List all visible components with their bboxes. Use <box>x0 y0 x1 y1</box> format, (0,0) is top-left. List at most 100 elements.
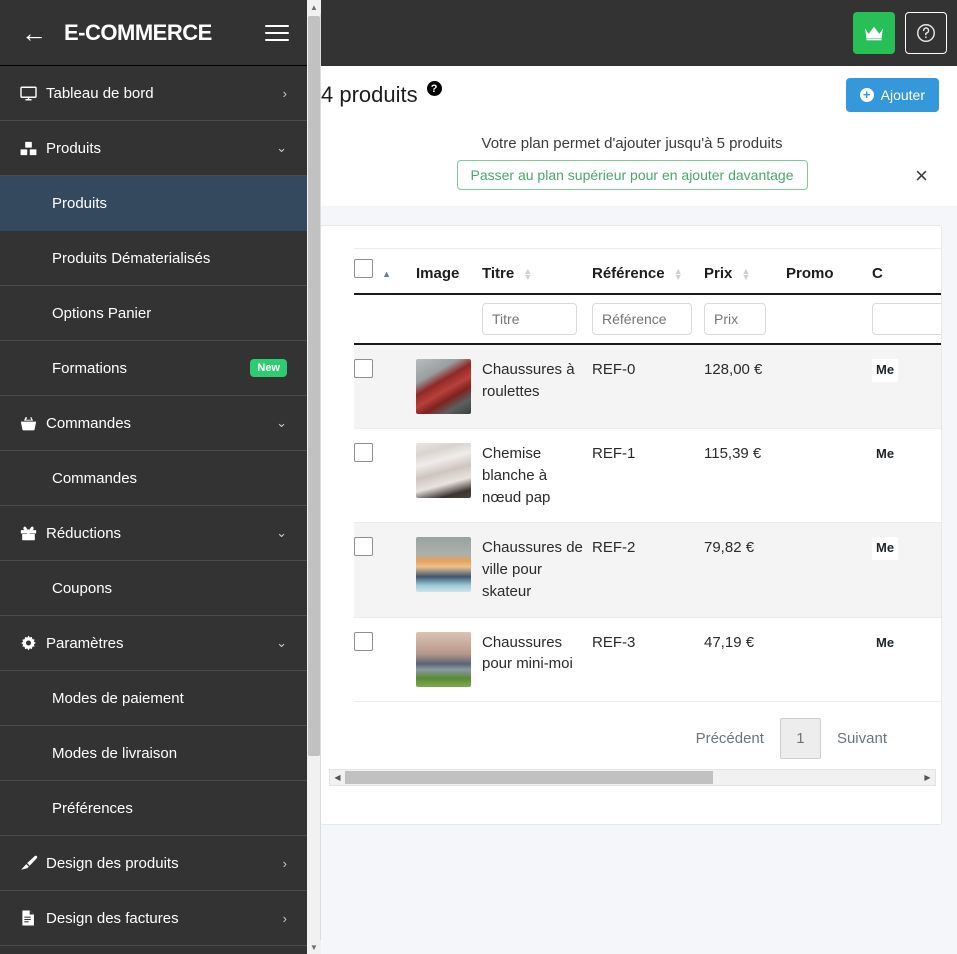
row-checkbox[interactable] <box>354 537 373 557</box>
hamburger-icon[interactable] <box>265 20 289 46</box>
product-thumbnail[interactable] <box>416 443 471 498</box>
sort-icon-select[interactable]: ▲ <box>382 269 391 278</box>
row-reference: REF-3 <box>592 633 636 651</box>
hscroll-thumb[interactable] <box>345 770 713 784</box>
scroll-left-icon[interactable]: ◀ <box>330 773 345 782</box>
chevron-down-icon[interactable]: ⌄ <box>276 525 287 541</box>
sidebar-item-options-panier[interactable]: Options Panier <box>0 286 307 341</box>
help-icon[interactable] <box>905 12 947 54</box>
sidebar-item-coupons[interactable]: Coupons <box>0 561 307 616</box>
sidebar-item-tableau-de-bord[interactable]: Tableau de bord › <box>0 66 307 121</box>
sidebar-menu: Tableau de bord › Produits ⌄ Produits Produit… <box>0 66 307 946</box>
row-promo <box>786 429 872 523</box>
c-filter-input[interactable] <box>872 303 941 335</box>
sidebar-item-label: Commandes <box>52 469 138 487</box>
filter-cell-reference <box>592 294 704 345</box>
gift-icon <box>20 526 46 541</box>
sidebar-item-label: Coupons <box>52 579 113 597</box>
back-arrow-icon[interactable]: ← <box>18 20 50 46</box>
chevron-right-icon[interactable]: › <box>283 86 287 101</box>
row-select-cell <box>354 429 416 523</box>
prix-filter-input[interactable] <box>704 303 766 335</box>
sidebar-item-commandes[interactable]: Commandes ⌄ <box>0 396 307 451</box>
sidebar-item-label: Modes de livraison <box>52 744 178 762</box>
sidebar-item-design-des-produits[interactable]: Design des produits › <box>0 836 307 891</box>
scroll-up-icon[interactable]: ▲ <box>307 0 321 14</box>
product-thumbnail[interactable] <box>416 631 471 687</box>
crown-icon[interactable] <box>853 12 895 54</box>
scroll-right-icon[interactable]: ▶ <box>920 773 935 782</box>
pagination-previous[interactable]: Précédent <box>680 730 780 747</box>
chevron-right-icon[interactable]: › <box>283 911 287 926</box>
pagination-next[interactable]: Suivant <box>821 730 903 747</box>
row-checkbox[interactable] <box>354 359 373 378</box>
reference-filter-input[interactable] <box>592 303 692 335</box>
col-reference: Référence ▲ ▼ <box>592 248 704 295</box>
sidebar: ← E-COMMERCE Tableau de bord › Produits ⌄ Pr… <box>0 0 307 954</box>
filter-cell-promo <box>786 294 872 345</box>
sidebar-item-modes-de-paiement[interactable]: Modes de paiement <box>0 671 307 726</box>
products-table: ▲ Image Titre ▲ ▼ Référence ▲ ▼ Prix ▲ ▼… <box>354 248 941 702</box>
chevron-right-icon[interactable]: › <box>283 856 287 871</box>
sidebar-item-r-ductions[interactable]: Réductions ⌄ <box>0 506 307 561</box>
titre-filter-input[interactable] <box>482 303 577 335</box>
page-title: 4 produits ? <box>321 81 442 108</box>
sort-icon-prix[interactable]: ▲ ▼ <box>742 266 751 282</box>
sidebar-item-pr-f-rences[interactable]: Préférences <box>0 781 307 836</box>
hscroll-track[interactable] <box>345 770 920 785</box>
filter-cell-titre <box>482 294 592 345</box>
row-c: Me <box>872 617 941 701</box>
table-row[interactable]: Chemise blanche à nœud pap REF-1 115,39 € M… <box>354 429 941 523</box>
sidebar-item-produits[interactable]: Produits <box>0 176 307 231</box>
row-checkbox[interactable] <box>354 443 373 462</box>
sort-icon-titre[interactable]: ▲ ▼ <box>523 266 532 282</box>
content-card-wrapper: ▲ Image Titre ▲ ▼ Référence ▲ ▼ Prix ▲ ▼… <box>307 206 957 825</box>
scroll-down-icon[interactable]: ▼ <box>307 940 321 954</box>
close-icon[interactable]: × <box>915 165 928 187</box>
pagination-page-1[interactable]: 1 <box>779 717 821 759</box>
plan-limit-alert: Votre plan permet d'ajouter jusqu'à 5 pr… <box>307 123 957 206</box>
sidebar-item-produits[interactable]: Produits ⌄ <box>0 121 307 176</box>
product-thumbnail[interactable] <box>416 359 471 414</box>
app-root: ← E-COMMERCE Tableau de bord › Produits ⌄ Pr… <box>0 0 957 954</box>
help-question-icon[interactable]: ? <box>426 81 442 96</box>
row-reference: REF-1 <box>592 445 636 462</box>
row-select-cell <box>354 344 416 429</box>
filter-cell-c <box>872 294 941 345</box>
plus-circle-icon: + <box>859 87 874 102</box>
table-horizontal-scrollbar[interactable]: ◀ ▶ <box>329 768 936 786</box>
table-row[interactable]: Chaussures de ville pour skateur REF-2 79,… <box>354 522 941 617</box>
sidebar-item-produits-d-materialis-s[interactable]: Produits Dématerialisés <box>0 231 307 286</box>
row-price: 115,39 € <box>704 445 762 462</box>
desktop-icon <box>20 86 46 101</box>
sidebar-scrollbar[interactable]: ▲ ▼ <box>307 0 321 954</box>
sort-icon-reference[interactable]: ▲ ▼ <box>674 266 683 282</box>
sidebar-item-modes-de-livraison[interactable]: Modes de livraison <box>0 726 307 781</box>
table-body: Chaussures à roulettes REF-0 128,00 € Me Che… <box>354 344 941 701</box>
col-titre: Titre ▲ ▼ <box>482 248 592 295</box>
sidebar-item-param-tres[interactable]: Paramètres ⌄ <box>0 616 307 671</box>
chevron-down-icon[interactable]: ⌄ <box>276 140 287 156</box>
table-row[interactable]: Chaussures pour mini-moi REF-3 47,19 € Me <box>354 617 941 701</box>
sidebar-item-label: Préférences <box>52 799 133 817</box>
product-thumbnail[interactable] <box>416 537 471 593</box>
boxes-icon <box>20 141 46 156</box>
sidebar-item-label: Design des produits <box>46 854 179 872</box>
alert-message: Votre plan permet d'ajouter jusqu'à 5 pr… <box>481 135 783 152</box>
gear-icon <box>20 635 46 651</box>
table-row[interactable]: Chaussures à roulettes REF-0 128,00 € Me <box>354 344 941 429</box>
row-checkbox[interactable] <box>354 631 373 651</box>
chevron-down-icon[interactable]: ⌄ <box>276 415 287 431</box>
upgrade-plan-button[interactable]: Passer au plan supérieur pour en ajouter… <box>456 160 808 190</box>
chevron-down-icon[interactable]: ⌄ <box>276 635 287 651</box>
page-title-text: 4 produits <box>321 81 418 107</box>
sidebar-item-commandes[interactable]: Commandes <box>0 451 307 506</box>
row-c-badge: Me <box>872 631 899 655</box>
sidebar-item-formations[interactable]: Formations New <box>0 341 307 396</box>
col-prix: Prix ▲ ▼ <box>704 248 786 295</box>
select-all-checkbox[interactable] <box>354 259 373 278</box>
sidebar-item-design-des-factures[interactable]: Design des factures › <box>0 891 307 946</box>
scrollbar-thumb[interactable] <box>308 16 320 756</box>
row-reference: REF-0 <box>592 361 636 378</box>
add-product-button[interactable]: + Ajouter <box>845 77 939 112</box>
